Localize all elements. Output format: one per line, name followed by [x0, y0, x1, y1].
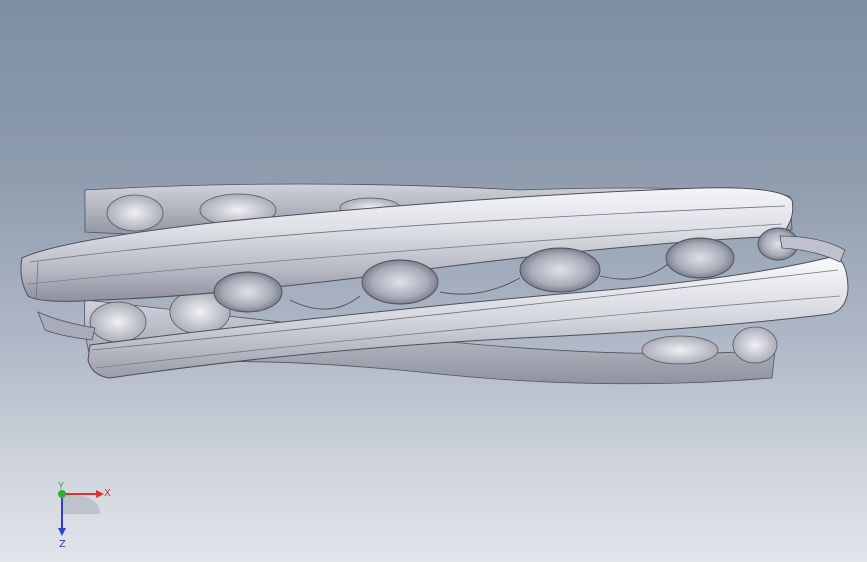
- 3d-model-bearing-cage[interactable]: [0, 0, 867, 562]
- coordinate-triad[interactable]: X Y Z: [40, 480, 120, 550]
- x-axis-label: X: [104, 488, 111, 499]
- x-axis-arrow: [96, 490, 104, 498]
- graphics-viewport[interactable]: X Y Z: [0, 0, 867, 562]
- z-axis-arrow: [58, 528, 66, 536]
- band-right-tip: [779, 235, 846, 263]
- y-axis-label: Y: [57, 481, 65, 492]
- z-axis-label: Z: [59, 539, 66, 550]
